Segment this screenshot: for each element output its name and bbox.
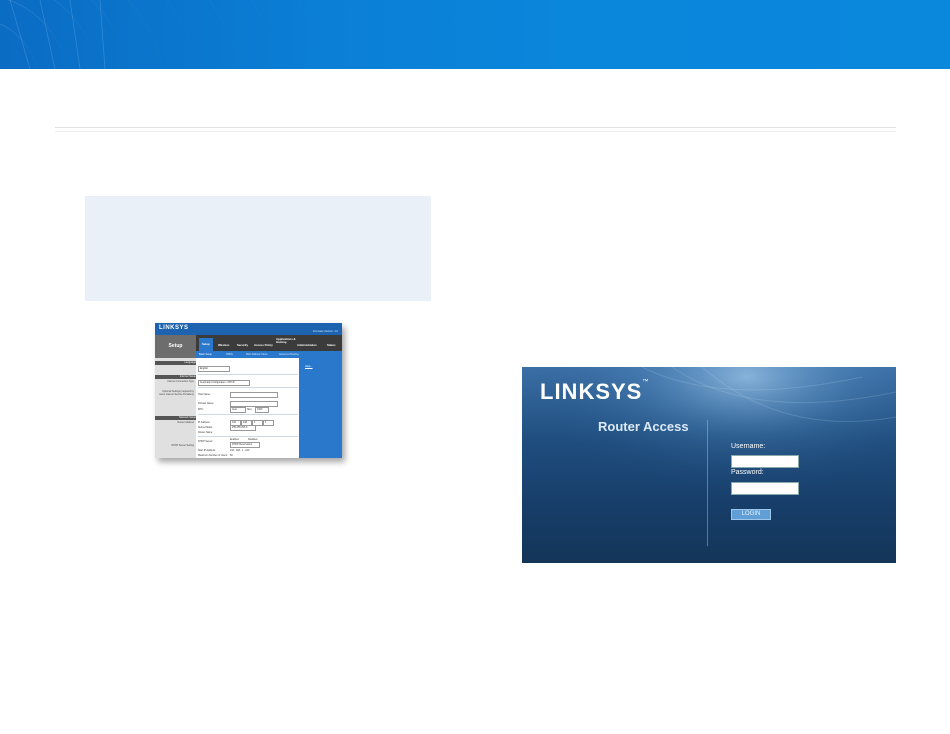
- subnet-mask-label: Subnet Mask:: [198, 426, 213, 429]
- tab-access-policy[interactable]: Access Policy: [254, 343, 273, 347]
- username-input[interactable]: [731, 455, 799, 468]
- connection-value: Automatic Configuration - DHCP: [200, 381, 235, 384]
- router-access-screenshot: LINKSYS™ Router Access Username: Passwor…: [522, 367, 896, 563]
- ip-address-label: IP Address:: [198, 421, 211, 424]
- language-select[interactable]: English: [198, 366, 230, 372]
- divider: [198, 436, 298, 437]
- router-logo-text: LINKSYS: [540, 379, 643, 404]
- ip-octet-1-value: 192: [232, 421, 236, 424]
- divider: [198, 414, 298, 415]
- ip-octet-3-value: 1: [254, 421, 256, 424]
- setup-header-bar: LINKSYS Firmware Version: 1.0: [155, 323, 342, 335]
- subtab-ddns[interactable]: DDNS: [226, 353, 233, 356]
- ip-octet-4-value: 1: [265, 421, 267, 424]
- username-label: Username:: [731, 443, 766, 450]
- header-banner: [0, 0, 950, 69]
- mtu-size-value: 1500: [257, 408, 263, 411]
- subnet-value: 255.255.255.0: [232, 426, 248, 429]
- tab-status[interactable]: Status: [327, 343, 336, 347]
- start-ip-value: 192 . 168 . 1 . 100: [230, 449, 250, 452]
- domain-name-label: Domain Name:: [198, 402, 214, 405]
- note-box: [85, 196, 431, 301]
- tab-setup[interactable]: Setup: [199, 338, 213, 351]
- horizontal-rule-secondary: [55, 131, 896, 132]
- mtu-mode: Auto: [232, 408, 237, 411]
- mtu-size-label: Size:: [247, 408, 253, 411]
- sidebar-dhcp-setting: DHCP Server Setting: [171, 444, 194, 447]
- horizontal-rule: [55, 127, 896, 128]
- tab-wireless[interactable]: Wireless: [218, 343, 229, 347]
- divider: [198, 374, 298, 375]
- subtab-mac-clone[interactable]: MAC Address Clone: [246, 353, 268, 356]
- max-users-label: Maximum Number of Users:: [198, 454, 228, 457]
- dhcp-disabled-radio[interactable]: Disabled: [248, 438, 257, 441]
- router-access-title: Router Access: [598, 419, 689, 434]
- password-label: Password:: [731, 469, 764, 476]
- router-logo: LINKSYS™: [540, 379, 649, 405]
- host-name-input[interactable]: [230, 392, 278, 398]
- sidebar-language: Language: [155, 361, 196, 365]
- vertical-divider: [707, 420, 708, 546]
- start-ip-label: Start IP Address:: [198, 449, 216, 452]
- tab-administration[interactable]: Administration: [297, 343, 317, 347]
- host-name-label: Host Name:: [198, 393, 211, 396]
- sidebar-optional-settings: Optional Settings (required by some Inte…: [159, 390, 194, 396]
- setup-page-screenshot: LINKSYS Firmware Version: 1.0 Setup Setu…: [155, 323, 342, 458]
- subtab-basic-setup[interactable]: Basic Setup: [199, 353, 212, 356]
- dhcp-server-label: DHCP Server:: [198, 440, 214, 443]
- dhcp-reservation-button[interactable]: DHCP Reservation: [230, 442, 260, 448]
- mtu-select[interactable]: Auto: [230, 407, 246, 413]
- banner-wave-pattern: [0, 0, 470, 69]
- setup-logo: LINKSYS: [159, 325, 189, 331]
- ip-octet-4[interactable]: 1: [263, 420, 274, 426]
- setup-main-panel: English Automatic Configuration - DHCP H…: [196, 358, 299, 458]
- sidebar-internet-setup: Internet Setup: [155, 375, 196, 379]
- trademark-symbol: ™: [642, 379, 650, 385]
- mtu-label: MTU:: [198, 408, 204, 411]
- login-button[interactable]: LOGIN: [731, 509, 771, 520]
- sidebar-connection-type: Internet Connection Type: [167, 380, 194, 383]
- dhcp-reservation-label: DHCP Reservation: [232, 443, 253, 446]
- tab-applications-gaming[interactable]: Applications & Gaming: [276, 338, 296, 344]
- setup-section-title: Setup: [155, 335, 196, 358]
- connection-type-select[interactable]: Automatic Configuration - DHCP: [198, 380, 250, 386]
- subtab-advanced-routing[interactable]: Advanced Routing: [279, 353, 299, 356]
- router-name-label: Router Name:: [198, 431, 213, 434]
- language-value: English: [200, 367, 208, 370]
- max-users-value: 50: [230, 454, 233, 457]
- password-input[interactable]: [731, 482, 799, 495]
- setup-tab-bar: Setup Wireless Security Access Policy Ap…: [196, 335, 342, 351]
- firmware-version: Firmware Version: 1.0: [312, 330, 338, 333]
- setup-help-panel: Help...: [299, 358, 342, 458]
- subnet-mask-select[interactable]: 255.255.255.0: [230, 425, 256, 431]
- sidebar-network-setup: Network Setup: [155, 416, 196, 420]
- tab-security[interactable]: Security: [237, 343, 248, 347]
- ip-octet-2-value: 168: [243, 421, 247, 424]
- setup-subtab-bar: Basic Setup DDNS MAC Address Clone Advan…: [196, 351, 342, 358]
- help-link[interactable]: Help...: [305, 365, 313, 368]
- mtu-size-input[interactable]: 1500: [255, 407, 269, 413]
- dhcp-enabled-radio[interactable]: Enabled: [230, 438, 239, 441]
- setup-sidebar: Language Internet Setup Internet Connect…: [155, 358, 196, 458]
- divider: [198, 387, 298, 388]
- sidebar-router-address: Router Address: [177, 421, 194, 424]
